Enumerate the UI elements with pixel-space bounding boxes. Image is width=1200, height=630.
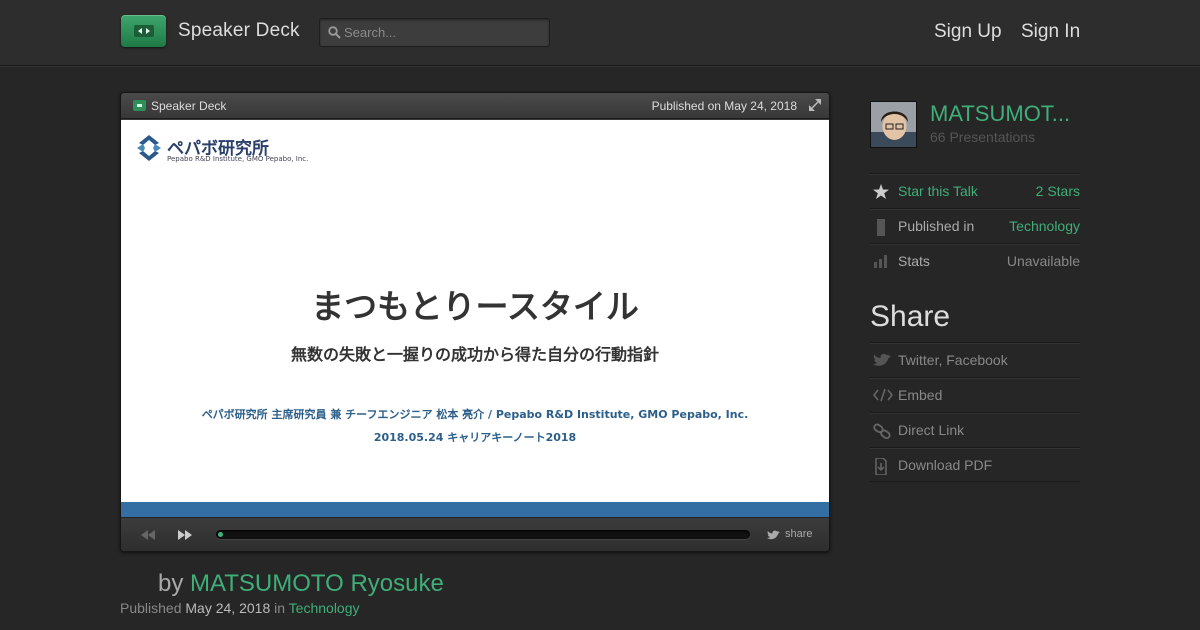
slide-footer-bar: [121, 502, 829, 517]
sign-in-link[interactable]: Sign In: [1021, 21, 1080, 43]
site-header: Speaker Deck Sign Up Sign In: [0, 0, 1200, 66]
share-direct-link-label[interactable]: Direct Link: [898, 422, 964, 438]
slide-event-line: 2018.05.24 キャリアキーノート2018: [373, 431, 577, 444]
pepabo-research-logo-icon: [137, 135, 161, 161]
share-twitter-facebook-label[interactable]: Twitter, Facebook: [898, 352, 1008, 368]
slide-player: Speaker Deck Published on May 24, 2018 ペ…: [120, 92, 830, 552]
search-input[interactable]: [344, 22, 544, 43]
twitter-bird-icon: [767, 530, 780, 540]
author-link[interactable]: MATSUMOTO Ryosuke: [190, 570, 444, 597]
published-in-label: Published in: [898, 218, 975, 234]
slide-progress-fill: [218, 532, 223, 537]
share-direct-link-row[interactable]: Direct Link: [870, 412, 1080, 447]
published-in-word: in: [270, 600, 289, 616]
stats-row: Stats Unavailable: [870, 243, 1080, 278]
slide-progress-bar[interactable]: [216, 530, 750, 539]
share-embed-row[interactable]: Embed: [870, 377, 1080, 412]
speaker-deck-logo-icon[interactable]: [121, 15, 166, 47]
star-talk-label[interactable]: Star this Talk: [898, 183, 978, 199]
slide-image[interactable]: ペパボ研究所 Pepabo R&D Institute, GMO Pepabo,…: [121, 120, 829, 517]
share-heading: Share: [870, 300, 951, 333]
brand-name[interactable]: Speaker Deck: [178, 20, 300, 42]
byline-by: by: [158, 570, 191, 597]
deck-byline: by MATSUMOTO Ryosuke: [158, 570, 444, 598]
published-in-row: Published in Technology: [870, 208, 1080, 243]
share-embed-label[interactable]: Embed: [898, 387, 942, 403]
share-twitter-facebook-row[interactable]: Twitter, Facebook: [870, 342, 1080, 377]
category-link[interactable]: Technology: [289, 600, 360, 616]
stats-value: Unavailable: [1006, 253, 1080, 269]
player-top-bar: Speaker Deck Published on May 24, 2018: [121, 93, 829, 119]
player-share-label: share: [785, 528, 813, 540]
star-count[interactable]: 2 Stars: [1036, 183, 1080, 199]
slide-subtitle: 無数の失敗と一握りの成功から得た自分の行動指針: [290, 345, 659, 364]
code-embed-icon: [873, 388, 893, 402]
next-slide-icon[interactable]: [178, 530, 192, 540]
player-published-date: Published on May 24, 2018: [651, 99, 797, 113]
fullscreen-expand-icon[interactable]: [809, 99, 821, 111]
previous-slide-icon[interactable]: [141, 530, 155, 540]
deck-published-line: Published May 24, 2018 in Technology: [120, 600, 360, 616]
download-pdf-icon: [875, 458, 887, 475]
chain-link-icon: [873, 423, 891, 439]
slide-author-line: ペパボ研究所 主席研究員 兼 チーフエンジニア 松本 亮介 / Pepabo R…: [201, 408, 749, 421]
user-name-link[interactable]: MATSUMOT...: [930, 101, 1070, 127]
published-date: May 24, 2018: [185, 600, 271, 616]
published-in-category-link[interactable]: Technology: [1009, 218, 1080, 234]
slide-org-sub: Pepabo R&D Institute, GMO Pepabo, Inc.: [167, 155, 309, 163]
bookmark-icon: [877, 219, 885, 236]
speaker-deck-mini-logo-icon: [133, 100, 146, 111]
avatar[interactable]: [870, 101, 917, 148]
star-icon: [873, 184, 889, 199]
sign-up-link[interactable]: Sign Up: [934, 21, 1002, 43]
player-brand[interactable]: Speaker Deck: [151, 99, 226, 113]
download-pdf-row[interactable]: Download PDF: [870, 447, 1080, 482]
download-pdf-label[interactable]: Download PDF: [898, 457, 992, 473]
published-prefix: Published: [120, 600, 186, 616]
star-talk-row[interactable]: Star this Talk 2 Stars: [870, 173, 1080, 208]
bar-chart-icon: [874, 255, 887, 268]
slide-title: まつもとりースタイル: [311, 287, 639, 326]
search-icon: [328, 26, 341, 39]
stats-label: Stats: [898, 253, 930, 269]
twitter-bird-icon: [873, 353, 891, 366]
presentation-count[interactable]: 66 Presentations: [930, 129, 1035, 145]
search-box[interactable]: [319, 18, 550, 47]
player-controls: share: [121, 517, 829, 551]
